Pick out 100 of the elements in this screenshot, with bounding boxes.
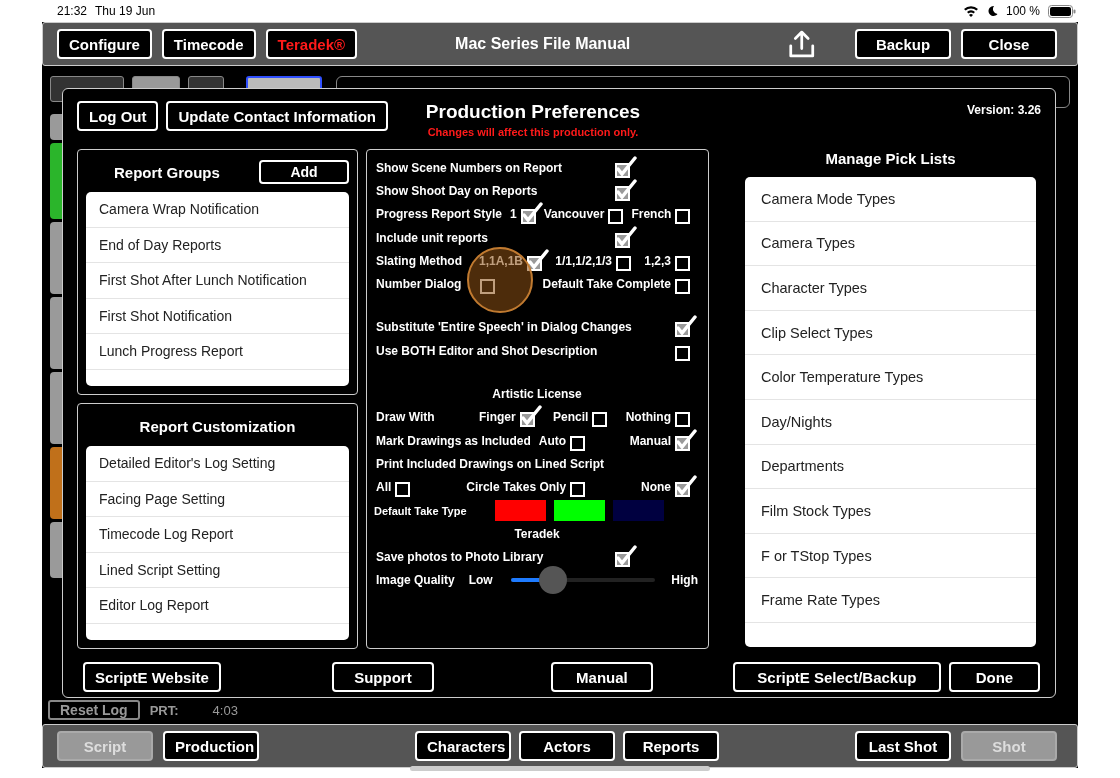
share-icon[interactable] bbox=[787, 28, 815, 60]
take-type-swatch[interactable] bbox=[495, 500, 546, 521]
reset-log-button[interactable]: Reset Log bbox=[48, 700, 140, 720]
tab-button[interactable]: Production bbox=[163, 731, 259, 761]
list-item[interactable]: First Shot After Lunch Notification bbox=[86, 263, 349, 299]
list-item[interactable]: Timecode Log Report bbox=[86, 517, 349, 553]
checkbox[interactable] bbox=[674, 475, 698, 500]
panel-title: Report Groups bbox=[114, 163, 220, 181]
setting-label: Show Scene Numbers on Report bbox=[376, 160, 564, 175]
setting-label: Default Take Type bbox=[374, 504, 468, 517]
add-button[interactable]: Add bbox=[259, 160, 349, 184]
list-item[interactable]: Facing Page Setting bbox=[86, 481, 349, 517]
list-item[interactable]: Color Temperature Types bbox=[745, 355, 1036, 400]
option-label: Auto bbox=[538, 433, 567, 448]
checkbox[interactable] bbox=[614, 225, 638, 250]
setting-label: Slating Method bbox=[376, 253, 463, 268]
footer-button[interactable]: Support bbox=[331, 662, 434, 692]
list-item[interactable]: Departments bbox=[745, 444, 1036, 490]
toolbar-button[interactable]: Timecode bbox=[161, 29, 256, 59]
status-time: 21:32 bbox=[57, 4, 88, 18]
footer-button[interactable]: ScriptE Select/Backup bbox=[732, 662, 941, 692]
battery-percent: 100 % bbox=[1005, 4, 1040, 18]
option-label: All bbox=[376, 480, 392, 495]
prt-value: 4:03 bbox=[212, 702, 238, 718]
setting-label: Image Quality bbox=[376, 573, 455, 588]
option-label: Pencil bbox=[553, 410, 589, 425]
option-label: 1/1,1/2,1/3 bbox=[555, 253, 612, 268]
list-item[interactable]: First Shot Notification bbox=[86, 298, 349, 334]
checkbox[interactable] bbox=[519, 202, 544, 227]
list-item[interactable]: Lunch Progress Report bbox=[86, 334, 349, 370]
list-item[interactable]: F or TStop Types bbox=[745, 533, 1036, 579]
setting-label: Draw With bbox=[376, 410, 436, 425]
slider-thumb[interactable] bbox=[538, 566, 567, 595]
toolbar-button[interactable]: Configure bbox=[57, 29, 152, 59]
section-heading: Artistic License bbox=[492, 387, 582, 401]
option-label: None bbox=[641, 480, 671, 495]
header-button[interactable]: Update Contact Information bbox=[166, 101, 388, 131]
warning-text: Changes will affect this production only. bbox=[427, 126, 639, 138]
setting-label: Include unit reports bbox=[376, 230, 489, 245]
header-button[interactable]: Log Out bbox=[77, 101, 159, 131]
option-label: Manual bbox=[629, 433, 671, 448]
checkbox[interactable] bbox=[518, 405, 543, 430]
option-label: 1,1A,1B bbox=[479, 253, 524, 268]
tab-button[interactable]: Reports bbox=[623, 731, 719, 761]
section-heading: Teradek bbox=[514, 526, 560, 541]
option-label: 1,2,3 bbox=[644, 253, 671, 268]
list-item[interactable]: End of Day Reports bbox=[86, 227, 349, 263]
option-label: Vancouver bbox=[543, 207, 605, 222]
list-item[interactable]: Camera Wrap Notification bbox=[86, 192, 349, 228]
footer-button[interactable]: Manual bbox=[550, 662, 653, 692]
list-item[interactable]: Editor Log Report bbox=[86, 588, 349, 624]
setting-label: Show Shoot Day on Reports bbox=[376, 183, 539, 198]
list-item[interactable]: Day/Nights bbox=[745, 399, 1036, 445]
take-type-swatch[interactable] bbox=[613, 500, 664, 521]
setting-label: Use BOTH Editor and Shot Description bbox=[376, 343, 599, 358]
checkbox[interactable] bbox=[526, 248, 551, 273]
quality-slider[interactable] bbox=[510, 566, 656, 595]
panel-title: Manage Pick Lists bbox=[825, 149, 956, 169]
list-item[interactable]: Frame Rate Types bbox=[745, 578, 1036, 623]
list-item[interactable]: Camera Mode Types bbox=[745, 177, 1036, 222]
checkbox[interactable] bbox=[674, 428, 698, 453]
slider-min-label: Low bbox=[468, 573, 493, 588]
list-item[interactable]: Detailed Editor's Log Setting bbox=[86, 446, 349, 482]
tab-button[interactable]: Actors bbox=[519, 731, 615, 761]
list-item[interactable]: Lined Script Setting bbox=[86, 552, 349, 588]
setting-label: Print Included Drawings on Lined Script bbox=[376, 456, 605, 471]
option-label: Finger bbox=[479, 410, 516, 425]
toolbar-button[interactable]: Close bbox=[961, 29, 1057, 59]
checkbox[interactable] bbox=[614, 178, 638, 203]
tab-button[interactable]: Last Shot bbox=[855, 731, 951, 761]
setting-label: Mark Drawings as Included bbox=[376, 433, 531, 448]
footer-button[interactable]: ScriptE Website bbox=[83, 662, 221, 692]
toolbar-button[interactable]: Teradek® bbox=[265, 29, 358, 59]
option-label: Circle Takes Only bbox=[466, 480, 567, 495]
list-item[interactable]: Character Types bbox=[745, 266, 1036, 311]
option-label: Nothing bbox=[625, 410, 671, 425]
take-type-swatch[interactable] bbox=[554, 500, 605, 521]
footer-button[interactable]: Done bbox=[948, 662, 1040, 692]
option-label: French bbox=[631, 207, 672, 222]
toolbar-button[interactable]: Backup bbox=[855, 29, 951, 59]
option-label: Default Take Complete bbox=[542, 277, 671, 292]
setting-label: Substitute 'Entire Speech' in Dialog Changes bbox=[376, 320, 633, 335]
status-date: Thu 19 Jun bbox=[95, 4, 156, 18]
moon-icon bbox=[986, 5, 998, 17]
list-item[interactable]: Clip Select Types bbox=[745, 310, 1036, 356]
prt-label: PRT: bbox=[149, 702, 179, 718]
dialog-title: Production Preferences bbox=[425, 101, 641, 123]
list-item[interactable]: Film Stock Types bbox=[745, 489, 1036, 534]
checkbox[interactable] bbox=[614, 155, 638, 180]
checkbox[interactable] bbox=[614, 545, 638, 570]
list-item[interactable]: Camera Types bbox=[745, 221, 1036, 267]
option-label: 1 bbox=[510, 207, 517, 222]
setting-label: Progress Report Style bbox=[376, 207, 503, 222]
setting-label: Number Dialog bbox=[376, 277, 463, 292]
checkbox[interactable] bbox=[674, 315, 698, 340]
version-label: Version: 3.26 bbox=[966, 103, 1041, 117]
app-title: Mac Series File Manual bbox=[455, 35, 632, 53]
battery-icon bbox=[1048, 4, 1076, 18]
setting-label: Save photos to Photo Library bbox=[376, 550, 545, 565]
tab-button[interactable]: Characters bbox=[415, 731, 511, 761]
